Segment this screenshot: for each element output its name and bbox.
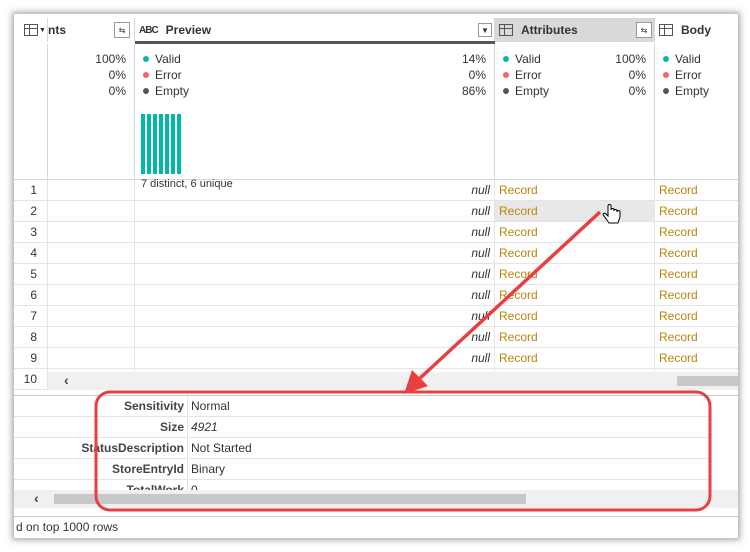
annotation-arrow <box>416 210 602 382</box>
highlight-box <box>94 390 712 512</box>
annotation-overlay <box>94 204 712 512</box>
hand-cursor-icon <box>602 204 621 224</box>
